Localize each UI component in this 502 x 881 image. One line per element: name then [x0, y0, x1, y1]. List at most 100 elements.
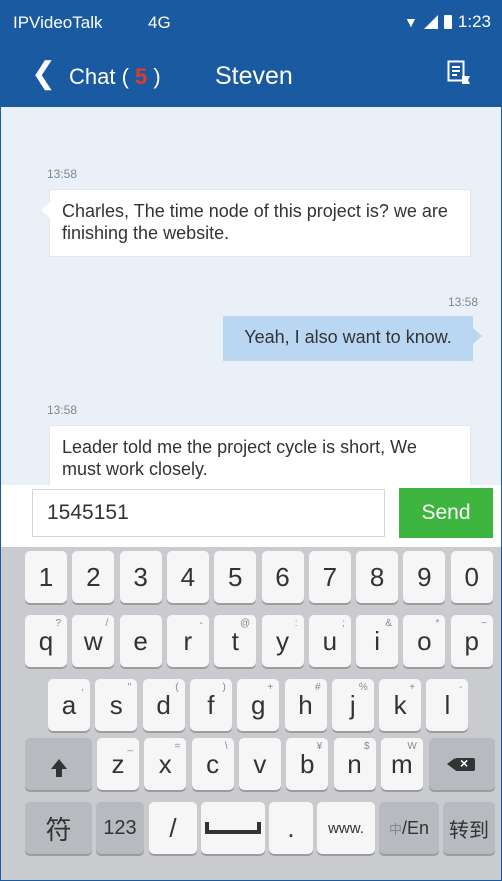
key-label: r [183, 625, 193, 656]
key-d[interactable]: d( [142, 679, 185, 731]
status-app-name: IPVideoTalk [13, 13, 103, 32]
key-u[interactable]: u; [308, 615, 351, 667]
key-label: w [83, 625, 103, 656]
message-incoming[interactable]: Leader told me the project cycle is shor… [49, 425, 471, 493]
key-www[interactable]: www. [317, 802, 375, 854]
key-symbols[interactable]: 符 [25, 802, 92, 854]
key-numbers-label: 123 [103, 816, 137, 839]
key-v[interactable]: v [238, 738, 281, 790]
message-input[interactable] [32, 489, 385, 537]
key-0[interactable]: 0 [450, 551, 493, 603]
key-s[interactable]: s " [95, 679, 138, 731]
contact-name: Steven [215, 62, 293, 90]
backspace-icon [447, 755, 475, 771]
key-o[interactable]: o * [403, 615, 446, 667]
key-1[interactable]: 1 [25, 551, 67, 603]
key-b[interactable]: b ¥ [286, 738, 329, 790]
message-incoming[interactable]: Charles, The time node of this project i… [41, 189, 471, 257]
key-g[interactable]: g + [237, 679, 280, 731]
key-i[interactable]: i & [356, 615, 399, 667]
key-numbers[interactable]: 123 [96, 802, 144, 854]
key-hint: ; [342, 618, 345, 629]
key-j[interactable]: j% [331, 679, 374, 731]
key-w[interactable]: w / [72, 615, 115, 667]
key-label: 9 [417, 561, 432, 592]
back-button[interactable]: Chat ( 5 ) [69, 64, 161, 90]
key-period-label: . [287, 812, 295, 843]
key-5[interactable]: 5 [214, 551, 257, 603]
key-label: 7 [322, 561, 338, 592]
key-label: l [444, 689, 451, 720]
key-f[interactable]: f) [189, 679, 232, 731]
key-k[interactable]: k + [379, 679, 422, 731]
key-6[interactable]: 6 [261, 551, 304, 603]
key-l[interactable]: l- [426, 679, 469, 731]
key-shift[interactable] [25, 738, 92, 790]
key-label: q [38, 625, 54, 656]
send-button[interactable]: Send [399, 488, 493, 538]
key-4[interactable]: 4 [166, 551, 209, 603]
key-backspace[interactable] [429, 738, 495, 790]
battery-icon [443, 15, 452, 29]
back-chevron-icon[interactable]: ❮ [31, 59, 56, 89]
key-n[interactable]: n $ [333, 738, 376, 790]
composer: Send [1, 485, 501, 547]
message-outgoing[interactable]: Yeah, I also want to know. [223, 316, 482, 361]
key-hint: : [294, 618, 298, 629]
key-2[interactable]: 2 [72, 551, 115, 603]
key-hint: $ [363, 741, 370, 752]
key-e[interactable]: e [119, 615, 162, 667]
key-9[interactable]: 9 [403, 551, 446, 603]
key-period[interactable]: . [269, 802, 313, 854]
key-t[interactable]: t @ [214, 615, 257, 667]
back-label: Chat ( [69, 64, 129, 89]
key-c[interactable]: c \ [191, 738, 234, 790]
key-m[interactable]: mW [380, 738, 423, 790]
key-label: a [61, 689, 77, 720]
key-hint: _ [127, 741, 133, 752]
key-go[interactable]: 转到 [443, 802, 495, 854]
key-hint: @ [240, 618, 251, 629]
key-hint: \ [224, 741, 228, 752]
key-y[interactable]: y: [261, 615, 304, 667]
key-label: g [250, 689, 266, 720]
key-label: z [111, 748, 125, 779]
key-label: h [298, 689, 313, 720]
key-x[interactable]: x = [144, 738, 187, 790]
key-label: i [374, 625, 380, 656]
contact-details-icon[interactable] [447, 60, 471, 86]
chat-message-list[interactable]: 13:58 Charles, The time node of this pro… [1, 107, 501, 493]
key-label: x [158, 748, 172, 779]
key-r[interactable]: r- [166, 615, 209, 667]
key-language-toggle[interactable]: 中/En [379, 802, 439, 854]
status-network: 4G [148, 13, 171, 32]
key-hint: * [435, 618, 440, 629]
shift-icon [50, 759, 67, 777]
key-space[interactable] [201, 802, 265, 854]
key-a[interactable]: a, [48, 679, 90, 731]
key-hint: = [174, 741, 181, 752]
key-8[interactable]: 8 [356, 551, 399, 603]
message-time: 13:58 [47, 403, 78, 417]
key-3[interactable]: 3 [119, 551, 162, 603]
key-z[interactable]: z _ [97, 738, 139, 790]
key-q[interactable]: q? [25, 615, 67, 667]
key-h[interactable]: h # [284, 679, 327, 731]
nav-bar: ❮ Chat ( 5 ) Steven [1, 43, 501, 107]
space-icon [205, 822, 261, 834]
key-7[interactable]: 7 [308, 551, 351, 603]
key-hint: ( [175, 682, 179, 693]
key-p[interactable]: p ~ [450, 615, 493, 667]
phone-screen: IPVideoTalk 4G ▼ 1:23 ❮ Chat ( 5 ) Steve… [0, 0, 502, 881]
key-label: k [393, 689, 407, 720]
key-hint: W [407, 741, 417, 752]
status-icons: ▼ 1:23 [404, 12, 491, 32]
key-label: f [207, 689, 215, 720]
key-hint: ) [222, 682, 226, 693]
key-label: n [347, 748, 362, 779]
key-hint: % [358, 682, 368, 693]
key-label: s [109, 689, 123, 720]
key-hint: / [105, 618, 109, 629]
key-hint: ~ [480, 618, 487, 629]
key-slash[interactable]: / [149, 802, 197, 854]
